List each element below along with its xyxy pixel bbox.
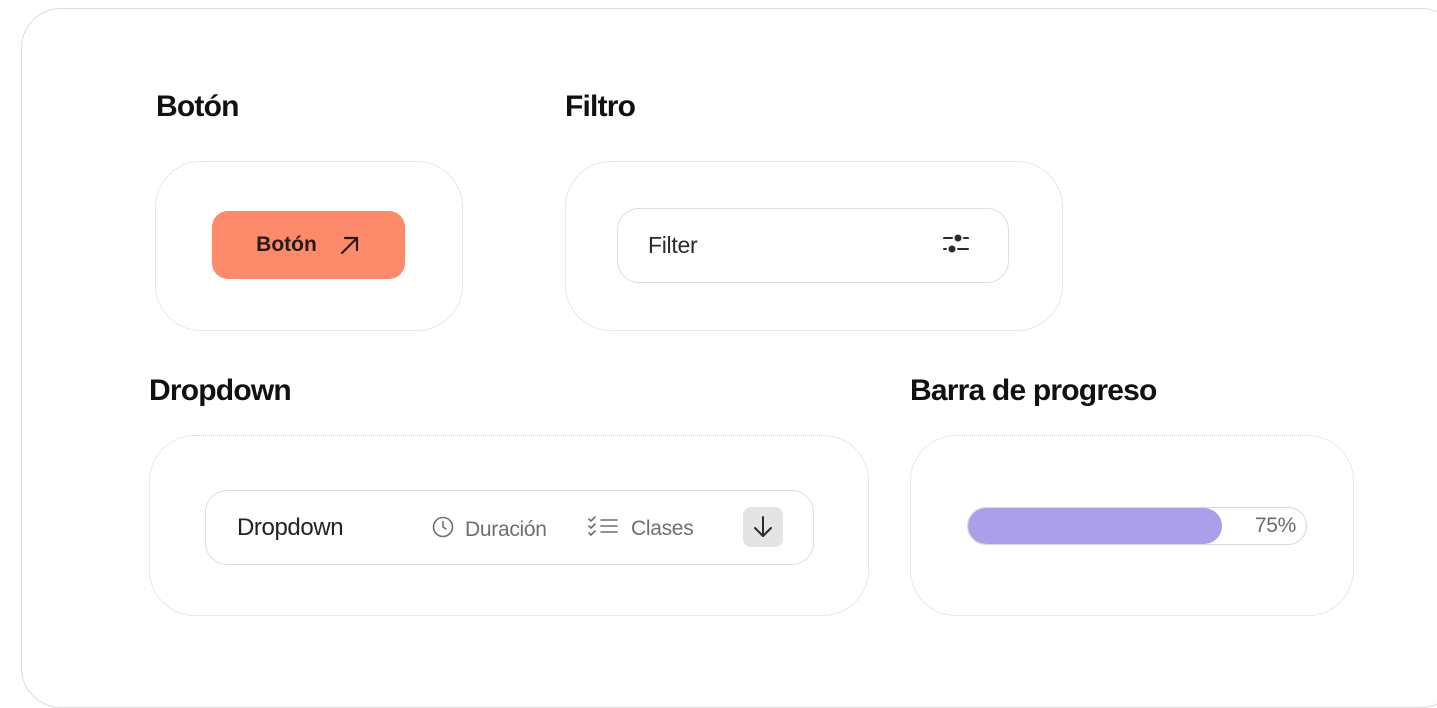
dropdown-classes-label: Clases: [631, 517, 694, 540]
dropdown-duration: Duración: [431, 515, 547, 545]
sliders-icon[interactable]: [940, 229, 978, 262]
filter-input[interactable]: Filter: [617, 208, 1009, 283]
arrow-up-right-icon: [339, 234, 361, 256]
primary-button[interactable]: Botón: [212, 211, 405, 279]
dropdown-classes: Clases: [587, 515, 694, 543]
dropdown-select[interactable]: Dropdown Duración Clases: [205, 490, 814, 565]
list-checks-icon: [587, 515, 621, 543]
section-title-filter: Filtro: [565, 90, 636, 123]
section-title-progress: Barra de progreso: [910, 374, 1157, 407]
filter-input-text: Filter: [648, 232, 698, 258]
section-title-dropdown: Dropdown: [149, 374, 292, 407]
dropdown-duration-label: Duración: [465, 518, 547, 541]
dropdown-label: Dropdown: [237, 513, 344, 541]
progress-bar-fill: [968, 508, 1222, 544]
arrow-down-icon[interactable]: [743, 507, 783, 547]
primary-button-label: Botón: [256, 233, 317, 256]
progress-bar: 75%: [967, 507, 1307, 545]
clock-icon: [431, 515, 455, 545]
progress-bar-label: 75%: [1254, 514, 1296, 537]
section-title-button: Botón: [156, 90, 239, 123]
